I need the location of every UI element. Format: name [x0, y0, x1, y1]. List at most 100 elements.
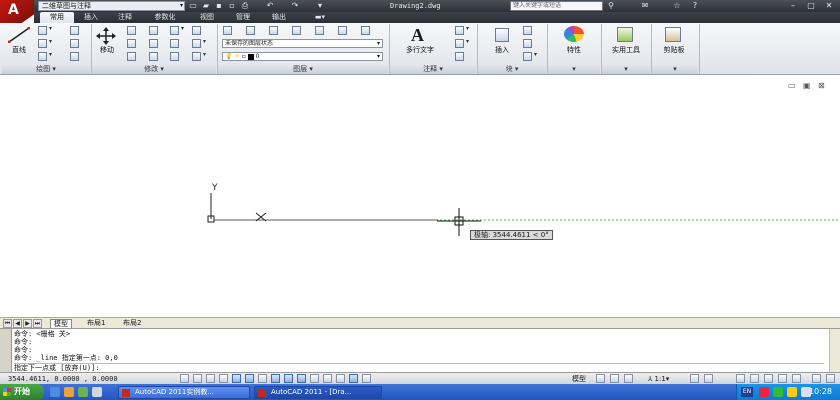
command-window-handle[interactable]	[0, 329, 12, 373]
layer-isolate-icon[interactable]	[269, 26, 278, 35]
command-prompt-input[interactable]: 指定下一点或 [放弃(U)]:	[14, 363, 824, 372]
isolate-objects-icon[interactable]	[778, 374, 787, 383]
first-tab-icon[interactable]: ⏮	[3, 319, 12, 328]
hatch-icon[interactable]	[70, 39, 79, 48]
annotation-visibility-icon[interactable]	[690, 374, 699, 383]
layer-match-icon[interactable]	[338, 26, 347, 35]
help-search-input[interactable]: 键入关键字或短语	[510, 1, 603, 11]
utilities-button[interactable]: 实用工具	[604, 45, 648, 55]
coordinate-readout[interactable]: 3544.4611, 0.0000 , 0.0000	[8, 374, 118, 384]
language-indicator[interactable]: EN	[741, 387, 753, 397]
layer-freeze-icon[interactable]	[292, 26, 301, 35]
annotation-monitor-icon[interactable]	[362, 374, 371, 383]
line-button[interactable]: 直线	[6, 45, 32, 55]
selection-cycling-icon[interactable]	[349, 374, 358, 383]
utilities-icon[interactable]	[617, 27, 633, 42]
object-snap-tracking-icon[interactable]	[271, 374, 280, 383]
layer-state-dropdown[interactable]: 未保存的图层状态 ▾	[222, 39, 383, 48]
tab-layout2[interactable]: 布局2	[120, 319, 144, 328]
layer-off-icon[interactable]	[246, 26, 255, 35]
application-menu-button[interactable]: A	[0, 0, 34, 24]
leader-icon[interactable]	[455, 38, 469, 48]
layer-properties-icon[interactable]	[223, 26, 232, 35]
properties-panel-label[interactable]: ▾	[548, 65, 600, 74]
customize-qa-icon[interactable]: ▾	[315, 1, 325, 11]
explode-icon[interactable]	[192, 26, 201, 35]
ie-icon[interactable]	[64, 387, 74, 397]
dimension-icon[interactable]	[455, 25, 469, 35]
utilities-panel-label[interactable]: ▾	[602, 65, 650, 74]
plot-icon[interactable]: ⎙	[240, 1, 250, 11]
network-icon[interactable]	[773, 387, 783, 397]
tab-insert[interactable]: 插入	[76, 12, 106, 23]
block-panel-label[interactable]: 块 ▾	[478, 65, 546, 74]
viewport-close-icon[interactable]: ⊠	[818, 81, 825, 90]
snap-mode-icon[interactable]	[193, 374, 202, 383]
star-icon[interactable]: ☆	[672, 1, 682, 11]
array-icon[interactable]	[149, 52, 158, 61]
pan-icon[interactable]	[624, 374, 633, 383]
mtext-icon[interactable]: A	[411, 25, 424, 46]
taskbar-item-autocad[interactable]: AutoCAD 2011 - [Dra...	[254, 386, 382, 399]
drawing-canvas[interactable]: Y 极轴: 3544.4611 < 0° ▭ ▣ ⊠	[0, 76, 840, 317]
infer-constraints-icon[interactable]	[180, 374, 189, 383]
properties-button[interactable]: 特性	[556, 45, 592, 55]
erase-icon[interactable]	[127, 52, 136, 61]
open-file-icon[interactable]: ▰	[201, 1, 211, 11]
grid-display-icon[interactable]	[206, 374, 215, 383]
command-window[interactable]: 命令: <栅格 关> 命令: 命令: 命令: _line 指定第一点: 0,0 …	[0, 328, 840, 373]
last-tab-icon[interactable]: ⏭	[33, 319, 42, 328]
explorer-icon[interactable]	[92, 387, 102, 397]
mtext-button[interactable]: 多行文字	[398, 45, 442, 55]
scale-icon[interactable]	[149, 39, 158, 48]
annotation-table-icon[interactable]	[455, 52, 464, 61]
status-menu-icon[interactable]	[812, 374, 821, 383]
copy-icon[interactable]	[127, 26, 136, 35]
layers-panel-label[interactable]: 图层 ▾	[218, 65, 388, 74]
help-icon[interactable]: ?	[690, 1, 700, 11]
start-button[interactable]: 开始	[0, 384, 44, 400]
binoculars-icon[interactable]: ⚲	[606, 1, 616, 11]
chamfer-icon[interactable]	[192, 51, 206, 61]
next-tab-icon[interactable]: ▶	[23, 319, 32, 328]
media-player-icon[interactable]	[78, 387, 88, 397]
maximize-icon[interactable]: ▢	[803, 0, 819, 11]
mirror-icon[interactable]	[170, 39, 179, 48]
layer-previous-icon[interactable]	[361, 26, 370, 35]
show-desktop-icon[interactable]	[50, 387, 60, 397]
lineweight-icon[interactable]	[310, 374, 319, 383]
object-snap-icon[interactable]	[245, 374, 254, 383]
tab-layout1[interactable]: 布局1	[84, 319, 108, 328]
rectangle-icon[interactable]	[70, 26, 79, 35]
auto-scale-icon[interactable]	[704, 374, 713, 383]
clipboard-button[interactable]: 剪贴板	[654, 45, 694, 55]
offset-icon[interactable]	[170, 52, 179, 61]
undo-icon[interactable]: ↶	[265, 1, 275, 11]
3d-object-snap-icon[interactable]	[258, 374, 267, 383]
tab-parametric[interactable]: 参数化	[144, 12, 186, 23]
communication-center-icon[interactable]: ✉	[640, 1, 650, 11]
quick-view-drawings-icon[interactable]	[610, 374, 619, 383]
draw-panel-label[interactable]: 绘图 ▾	[2, 65, 90, 74]
clipboard-panel-label[interactable]: ▾	[652, 65, 698, 74]
tab-manage[interactable]: 管理	[228, 12, 258, 23]
circle-icon[interactable]	[38, 38, 52, 48]
minimize-icon[interactable]: –	[785, 0, 801, 11]
dynamic-ucs-icon[interactable]	[284, 374, 293, 383]
security-icon[interactable]	[759, 387, 769, 397]
polar-tracking-icon[interactable]	[232, 374, 241, 383]
create-block-icon[interactable]	[523, 26, 532, 35]
tab-home[interactable]: 常用	[40, 12, 74, 23]
ribbon-minimize-toggle[interactable]: ▬▾	[310, 12, 330, 23]
modify-panel-label[interactable]: 修改 ▾	[92, 65, 216, 74]
tab-annotate[interactable]: 注释	[110, 12, 140, 23]
fillet-icon[interactable]	[192, 38, 206, 48]
workspace-dropdown[interactable]: 二维草图与注释 ▾	[38, 1, 185, 11]
ortho-mode-icon[interactable]	[219, 374, 228, 383]
rotate-icon[interactable]	[149, 26, 158, 35]
insert-block-icon[interactable]	[495, 28, 509, 42]
tab-view[interactable]: 视图	[192, 12, 222, 23]
table-icon[interactable]	[70, 52, 79, 61]
save-as-icon[interactable]: ▫	[227, 1, 237, 11]
quick-properties-icon[interactable]	[336, 374, 345, 383]
